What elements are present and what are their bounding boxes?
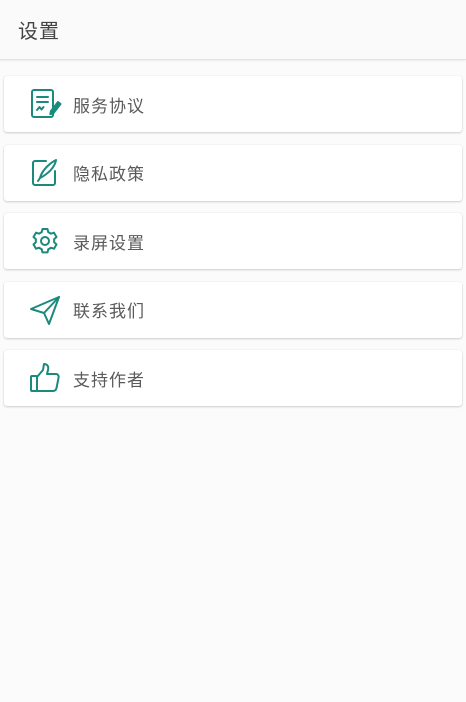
thumbs-up-icon <box>28 361 62 395</box>
menu-item-label: 服务协议 <box>73 96 145 117</box>
menu-item-service-agreement[interactable]: 服务协议 <box>4 76 462 132</box>
menu-item-recording-settings[interactable]: 录屏设置 <box>4 213 462 269</box>
gear-icon <box>28 224 62 258</box>
menu-item-label: 隐私政策 <box>73 165 145 185</box>
menu-item-label: 联系我们 <box>73 302 145 322</box>
page-title: 设置 <box>18 19 60 43</box>
settings-screen: 设置 服务协议 隐私政策 录屏设置 联系我们 支持作者 <box>0 0 466 702</box>
settings-menu: 服务协议 隐私政策 录屏设置 联系我们 支持作者 <box>0 60 466 406</box>
app-toolbar: 设置 <box>0 0 466 60</box>
menu-item-contact-us[interactable]: 联系我们 <box>4 281 462 338</box>
paper-plane-icon <box>28 293 62 327</box>
pen-note-icon <box>28 156 62 190</box>
menu-item-label: 录屏设置 <box>73 233 145 254</box>
menu-item-support-author[interactable]: 支持作者 <box>4 350 462 406</box>
document-sign-icon <box>28 87 62 121</box>
menu-item-privacy-policy[interactable]: 隐私政策 <box>4 144 462 201</box>
menu-item-label: 支持作者 <box>73 370 145 391</box>
